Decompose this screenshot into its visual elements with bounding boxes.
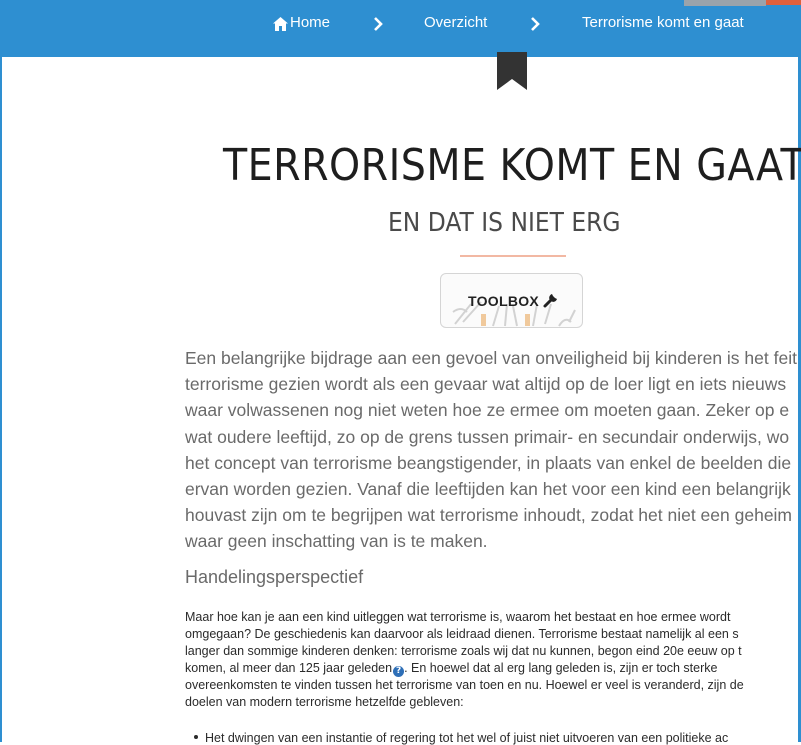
intro-paragraph: Een belangrijke bijdrage aan een gevoel … — [185, 345, 801, 555]
info-icon[interactable]: ? — [393, 666, 405, 678]
home-icon — [273, 17, 288, 31]
bookmark-icon[interactable] — [497, 52, 527, 90]
body-line: Maar hoe kan je aan een kind uitleggen w… — [185, 610, 731, 624]
top-navigation-bar: Home Overzicht Terrorisme komt en gaat — [0, 0, 801, 57]
bullet-item: Het dwingen van een instantie of regerin… — [205, 731, 729, 745]
title-divider — [460, 255, 566, 257]
body-line: langer dan sommige kinderen denken: terr… — [185, 644, 742, 659]
intro-line: het concept van terrorisme beangstigende… — [185, 452, 792, 473]
breadcrumb-current-page: Terrorisme komt en gaat — [582, 14, 744, 31]
body-line: overeenkomsten te vinden tussen het terr… — [185, 678, 744, 693]
body-line: omgegaan? De geschiedenis kan daarvoor a… — [185, 627, 739, 642]
toolbox-label: TOOLBOX — [468, 293, 540, 309]
page-frame-left — [0, 57, 2, 742]
intro-line: wat oudere leeftijd, zo op de grens tuss… — [185, 426, 790, 447]
page-subtitle: EN DAT IS NIET ERG — [388, 208, 621, 238]
window-close-button[interactable] — [766, 0, 801, 5]
intro-line: Een belangrijke bijdrage aan een gevoel … — [185, 348, 797, 368]
body-line-text: . En hoewel dat al erg lang geleden is, … — [404, 661, 718, 676]
body-line-text: komen, al meer dan 125 jaar geleden — [185, 661, 393, 676]
intro-line: terrorisme gezien wordt als een gevaar w… — [185, 374, 787, 395]
chevron-right-icon — [374, 17, 383, 31]
page-title: TERRORISME KOMT EN GAAT — [223, 140, 801, 191]
body-paragraph: Maar hoe kan je aan een kind uitleggen w… — [185, 609, 801, 712]
intro-line: ervan worden gezien. Vanaf die leeftijde… — [185, 479, 791, 500]
intro-line: houvast zijn om te begrijpen wat terrori… — [185, 505, 793, 526]
body-line: doelen van modern terrorisme hetzelfde g… — [185, 695, 464, 710]
intro-line: waar volwassenen nog niet weten hoe ze e… — [185, 400, 790, 421]
intro-line: waar geen inschatting van is te maken. — [185, 531, 488, 552]
chevron-right-icon — [531, 17, 540, 31]
breadcrumb-overview-link[interactable]: Overzicht — [424, 14, 487, 31]
bullet-marker — [194, 735, 198, 739]
window-corner-element — [684, 0, 766, 6]
wrench-icon — [543, 294, 557, 308]
body-line: komen, al meer dan 125 jaar geleden?. En… — [185, 660, 801, 678]
breadcrumb-home-link[interactable]: Home — [290, 14, 330, 31]
section-heading: Handelingsperspectief — [185, 567, 364, 587]
toolbox-button[interactable]: TOOLBOX — [440, 273, 583, 328]
